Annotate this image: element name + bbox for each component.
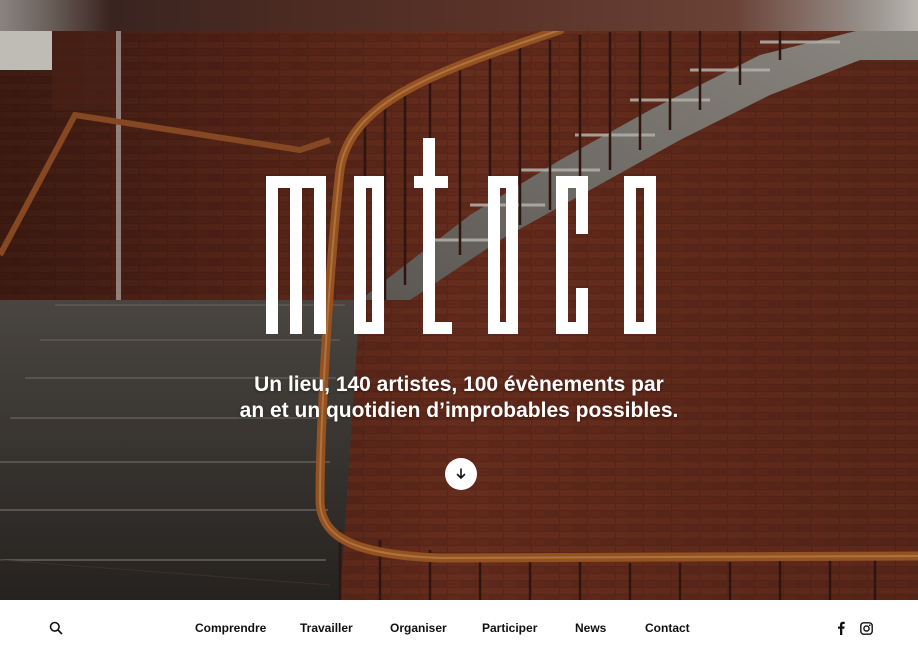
nav-item-comprendre[interactable]: Comprendre	[195, 620, 266, 636]
scroll-down-button[interactable]	[445, 458, 477, 490]
tagline-line-1: Un lieu, 140 artistes, 100 évènements pa…	[254, 373, 664, 396]
facebook-link[interactable]	[834, 620, 848, 636]
instagram-link[interactable]	[859, 620, 873, 636]
facebook-icon	[838, 621, 845, 635]
hero-tagline: Un lieu, 140 artistes, 100 évènements pa…	[0, 372, 918, 424]
tagline-line-2: an et un quotidien d’improbables possibl…	[239, 399, 679, 422]
search-icon	[49, 621, 63, 635]
arrow-down-icon	[456, 468, 466, 479]
nav-item-contact[interactable]: Contact	[645, 620, 690, 636]
nav-item-participer[interactable]: Participer	[482, 620, 537, 636]
nav-item-organiser[interactable]: Organiser	[390, 620, 447, 636]
top-blurred-strip	[0, 0, 918, 31]
main-navigation: Comprendre Travailler Organiser Particip…	[0, 600, 918, 656]
search-button[interactable]	[48, 620, 64, 636]
nav-item-travailler[interactable]: Travailler	[300, 620, 353, 636]
instagram-icon	[859, 621, 873, 635]
hero-section: motoco Un lieu, 140 artistes, 100 évènem…	[0, 0, 918, 600]
motoco-logo: motoco	[266, 138, 656, 334]
nav-item-news[interactable]: News	[575, 620, 606, 636]
